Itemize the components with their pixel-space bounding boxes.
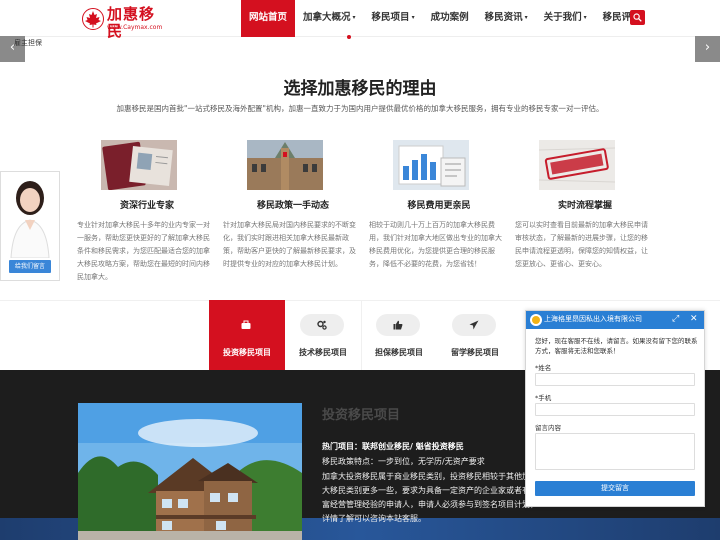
company-logo-icon (530, 314, 542, 326)
feature-title: 移民费用更亲民 (407, 201, 471, 211)
plane-icon (469, 320, 479, 330)
expand-icon[interactable]: ⤢ (672, 313, 679, 325)
content-label: 留言内容 (535, 424, 561, 432)
tab-label: 技术移民项目 (299, 348, 347, 357)
parliament-image (247, 140, 323, 190)
policy-features: 移民政策特点：一步到位，无学历/无资产要求 (322, 457, 485, 466)
tab-investment[interactable]: 投资移民项目 (209, 300, 285, 370)
documents-image (393, 140, 469, 190)
nav-item-1[interactable]: 加拿大概况 ▾ (295, 0, 364, 37)
nav-item-label: 网站首页 (249, 12, 288, 23)
feature-desc: 相较于动则几十万上百万的加拿大移民费用，我们针对加拿大地区做出专业的加拿大移民费… (369, 221, 502, 268)
nav-item-label: 加拿大概况 (303, 12, 351, 23)
logo-text: 加惠移民 (107, 5, 156, 40)
close-icon[interactable]: ✕ (690, 313, 698, 325)
slider-next-button[interactable]: › (695, 36, 720, 62)
nav-item-4[interactable]: 移民资讯 ▾ (477, 0, 536, 37)
nav-item-3[interactable]: 成功案例 (423, 0, 477, 37)
feature-title: 移民政策一手动态 (256, 201, 329, 211)
name-field[interactable] (535, 373, 695, 386)
nav-item-label: 成功案例 (430, 12, 469, 23)
service-agent-avatar (1, 172, 59, 258)
customer-service-widget[interactable]: 给我们留言 (0, 171, 60, 281)
name-label: *姓名 (535, 364, 552, 372)
hot-project: 热门项目：联邦创业移民/ 魁省投资移民 (322, 442, 464, 451)
chevron-down-icon: ▾ (524, 14, 528, 21)
investment-title: 投资移民项目 (322, 408, 401, 423)
tab-sponsorship[interactable]: 担保移民项目 (361, 300, 437, 370)
passport-image (101, 140, 177, 190)
section-intro: 加惠移民是国内首批"一站式移民及海外配置"机构，加惠一直致力于为国内用户提供最优… (116, 104, 604, 113)
chat-company-name: 上海格里昂因私出入境有限公司 (544, 315, 642, 323)
offline-message: 您好，现在客服不在线，请留言。如果没有留下您的联系方式，客服将无法和您联系！ (535, 337, 698, 355)
feature-title: 实时流程掌握 (557, 201, 612, 211)
feature-desc: 您可以实时查看目前最新的加拿大移民申请审核状态，了解最新的进展步骤，让您的移民申… (515, 221, 648, 268)
briefcase-icon (241, 320, 251, 329)
site-logo[interactable]: 加惠移民 www.Caymax.com (82, 5, 163, 40)
nav-item-label: 移民资讯 (484, 12, 523, 23)
thumbs-up-icon (393, 320, 403, 330)
top-navbar: 加惠移民 www.Caymax.com 网站首页 加拿大概况 ▾ 移民项目 ▾ 成功案例移… (0, 0, 720, 40)
search-button[interactable] (630, 10, 645, 25)
chevron-down-icon: ▾ (583, 14, 587, 21)
nav-item-0[interactable]: 网站首页 (241, 0, 296, 37)
leave-message-button[interactable]: 给我们留言 (9, 260, 51, 273)
feature-desc: 专业针对加拿大移民十多年的业内专家一对一服务，帮助您更快更好的了解加拿大移民条件… (77, 221, 210, 281)
chalet-photo (78, 403, 302, 540)
migration-stamp-image (539, 140, 615, 190)
maple-leaf-icon (82, 8, 104, 30)
nav-item-2[interactable]: 移民项目 ▾ (364, 0, 423, 37)
section-title: 选择加惠移民的理由 (283, 79, 437, 99)
nav-item-5[interactable]: 关于我们 ▾ (536, 0, 595, 37)
menu-indicator-dot (347, 35, 351, 39)
chevron-down-icon: ▾ (411, 14, 415, 21)
search-icon (633, 13, 642, 22)
chat-widget: 上海格里昂因私出入境有限公司 ⤢ ✕ 您好，现在客服不在线，请留言。如果没有留下… (525, 310, 705, 507)
tab-label: 留学移民项目 (451, 348, 499, 357)
phone-label: *手机 (535, 394, 552, 402)
chat-header: 上海格里昂因私出入境有限公司 ⤢ ✕ (526, 311, 704, 329)
slide-caption: 雇主担保 (14, 39, 42, 47)
submit-message-button[interactable]: 提交留言 (535, 481, 695, 496)
chevron-right-icon: › (704, 40, 711, 55)
nav-item-label: 关于我们 (543, 12, 582, 23)
feature-title: 资深行业专家 (119, 201, 174, 211)
investment-desc: 加拿大投资移民属于商业移民类别，投资移民相较于其他加拿大移民类别更多一些，要求为… (322, 472, 538, 523)
tab-label: 投资移民项目 (223, 348, 271, 357)
tab-label: 担保移民项目 (375, 348, 423, 357)
logo-url: www.Caymax.com (107, 24, 163, 31)
gears-icon (317, 320, 327, 330)
message-textarea[interactable] (535, 433, 695, 470)
main-menu: 网站首页 加拿大概况 ▾ 移民项目 ▾ 成功案例 移民资讯 ▾ 关于我们 ▾ 移民评估 (241, 0, 649, 37)
nav-item-label: 移民项目 (371, 12, 410, 23)
phone-field[interactable] (535, 403, 695, 416)
tab-study[interactable]: 留学移民项目 (437, 300, 513, 370)
chevron-down-icon: ▾ (352, 14, 356, 21)
tab-skilled[interactable]: 技术移民项目 (285, 300, 361, 370)
feature-desc: 针对加拿大移民局对国内移民要求的不断变化，我们实时跟进相关加拿大移民最新政策，帮… (223, 221, 356, 268)
